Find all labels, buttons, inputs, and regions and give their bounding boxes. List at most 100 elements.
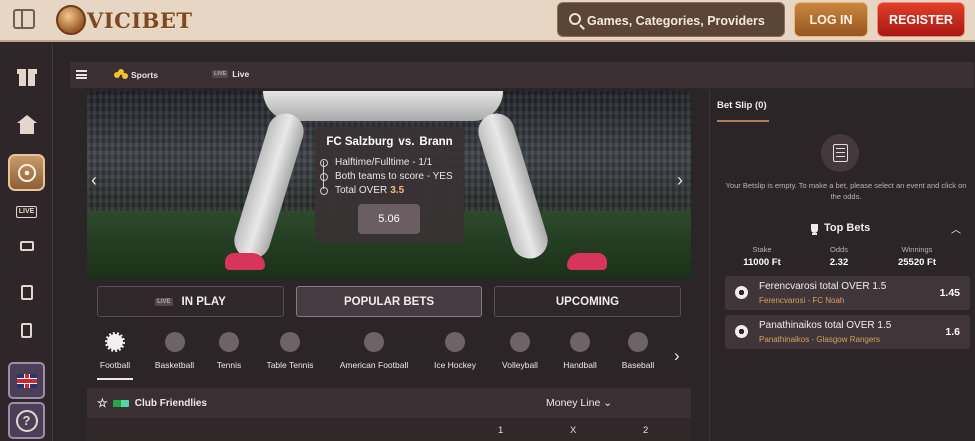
- bet-selection-text: Both teams to score - YES: [335, 171, 453, 182]
- sidebar-item-home[interactable]: [8, 107, 45, 144]
- promo-banner[interactable]: ‹ › FC Salzburg vs. Brann Halftime/Fulltim…: [87, 91, 691, 279]
- basketball-icon: [164, 332, 185, 352]
- stake-label: Stake: [752, 245, 772, 254]
- top-bet-odds: 1.6: [945, 326, 960, 338]
- sidebar-item-casino[interactable]: [8, 227, 45, 264]
- column-home: 1: [498, 425, 504, 436]
- help-button[interactable]: ?: [8, 402, 45, 439]
- search-box[interactable]: [557, 2, 785, 37]
- featured-odds-button[interactable]: 5.06: [358, 204, 420, 234]
- bullet-icon: [320, 172, 328, 181]
- bet-selection-text: Total OVER: [335, 185, 388, 196]
- left-boot: [225, 253, 265, 270]
- handball-icon: [570, 332, 590, 352]
- away-team: Brann: [419, 136, 453, 148]
- odds-stat: Odds 2.32: [804, 245, 874, 268]
- search-input[interactable]: [587, 11, 777, 30]
- stake-value: 11000 Ft: [743, 257, 781, 268]
- bet-selection: Total OVER 3.5: [320, 185, 404, 196]
- chevron-up-icon[interactable]: ︿: [951, 221, 961, 236]
- tab-upcoming[interactable]: UPCOMING: [494, 286, 681, 317]
- tennis-icon: [219, 332, 239, 352]
- tab-popular-bets[interactable]: POPULAR BETS: [296, 286, 482, 317]
- top-bet-event: Panathinaikos total OVER 1.5: [759, 320, 892, 331]
- register-button[interactable]: REGISTER: [877, 2, 965, 37]
- baseball-icon: [628, 332, 648, 352]
- sport-basketball[interactable]: Basketball: [152, 332, 197, 377]
- sports-next-arrow[interactable]: ›: [674, 346, 680, 366]
- tab-sports[interactable]: Sports: [114, 69, 158, 81]
- sport-label: Volleyball: [502, 360, 538, 370]
- document-icon: [832, 144, 848, 162]
- sport-handball[interactable]: Handball: [560, 332, 600, 377]
- table-tennis-icon: [280, 332, 300, 352]
- help-icon: ?: [15, 409, 38, 432]
- sidebar-toggle-icon[interactable]: [13, 9, 35, 29]
- logo[interactable]: VICIBET: [56, 4, 193, 36]
- sport-football[interactable]: Football: [97, 332, 133, 380]
- trophy-icon: [811, 223, 818, 235]
- column-draw: X: [570, 425, 577, 436]
- sport-baseball[interactable]: Baseball: [619, 332, 657, 377]
- login-button[interactable]: LOG IN: [794, 2, 868, 37]
- sport-american-football[interactable]: American Football: [335, 332, 413, 377]
- american-football-icon: [364, 332, 384, 352]
- cards-icon: [21, 323, 32, 338]
- sport-volleyball[interactable]: Volleyball: [498, 332, 542, 377]
- odds-value: 2.32: [829, 257, 849, 268]
- league-header: ☆ Club Friendlies Money Line ⌄: [87, 388, 691, 418]
- top-bets-title[interactable]: Top Bets: [811, 222, 871, 235]
- top-bet-event: Ferencvarosi total OVER 1.5: [759, 281, 887, 292]
- tab-in-play-label: IN PLAY: [181, 295, 226, 308]
- sidebar-item-live[interactable]: LIVE: [8, 193, 45, 230]
- sport-table-tennis[interactable]: Table Tennis: [264, 332, 316, 377]
- sport-tennis[interactable]: Tennis: [215, 332, 243, 377]
- banner-next-arrow[interactable]: ›: [677, 171, 683, 189]
- gift-icon: [16, 69, 37, 86]
- ice-hockey-icon: [445, 332, 465, 352]
- menu-icon[interactable]: [76, 70, 87, 79]
- market-selector[interactable]: Money Line ⌄: [546, 397, 612, 409]
- top-bet-match: Ferencvarosi - FC Noah: [759, 296, 845, 305]
- top-bet-odds: 1.45: [939, 287, 960, 299]
- sport-label: American Football: [339, 360, 409, 370]
- top-bet-row[interactable]: Panathinaikos total OVER 1.5 Panathinaik…: [725, 315, 970, 349]
- sport-ice-hockey[interactable]: Ice Hockey: [432, 332, 478, 377]
- bet-slip-panel: Bet Slip (0) Your Betslip is empty. To m…: [709, 90, 975, 441]
- sports-icon: [114, 69, 128, 81]
- favorite-star-icon[interactable]: ☆: [97, 396, 108, 410]
- market-label: Money Line: [546, 397, 601, 409]
- language-selector[interactable]: [8, 362, 45, 399]
- sport-label: Basketball: [154, 360, 195, 370]
- football-icon: [735, 325, 748, 338]
- live-badge-icon: LIVE: [155, 297, 173, 306]
- bet-selection-line: 3.5: [390, 185, 405, 196]
- live-badge-icon: LIVE: [212, 70, 229, 78]
- sport-label: Tennis: [216, 360, 242, 370]
- tab-live[interactable]: LIVE Live: [212, 69, 249, 79]
- sport-label: Handball: [563, 360, 597, 370]
- sidebar-item-promotions[interactable]: [8, 60, 45, 97]
- bet-slip-tab[interactable]: Bet Slip (0): [717, 100, 767, 111]
- bet-selection: Halftime/Fulltime - 1/1: [320, 157, 432, 168]
- sidebar-item-slots[interactable]: [8, 274, 45, 311]
- winnings-label: Winnings: [901, 245, 933, 254]
- column-away: 2: [643, 425, 649, 436]
- winnings-stat: Winnings 25520 Ft: [882, 245, 952, 268]
- left-sidebar: LIVE ?: [0, 44, 53, 441]
- empty-betslip-icon: [821, 134, 859, 172]
- odds-label: Odds: [830, 245, 848, 254]
- football-icon: [735, 286, 748, 299]
- tab-in-play[interactable]: LIVE IN PLAY: [97, 286, 284, 317]
- sidebar-item-sports[interactable]: [8, 154, 45, 191]
- top-bets-label: Top Bets: [824, 222, 871, 234]
- stake-stat: Stake 11000 Ft: [727, 245, 797, 268]
- tab-live-label: Live: [232, 69, 250, 79]
- match-title: FC Salzburg vs. Brann: [315, 136, 464, 148]
- banner-prev-arrow[interactable]: ‹: [91, 171, 97, 189]
- chevron-down-icon: ⌄: [603, 397, 613, 409]
- sidebar-item-games[interactable]: [8, 312, 45, 349]
- bullet-icon: [320, 158, 328, 167]
- top-bet-row[interactable]: Ferencvarosi total OVER 1.5 Ferencvarosi…: [725, 276, 970, 310]
- live-icon: LIVE: [15, 205, 38, 218]
